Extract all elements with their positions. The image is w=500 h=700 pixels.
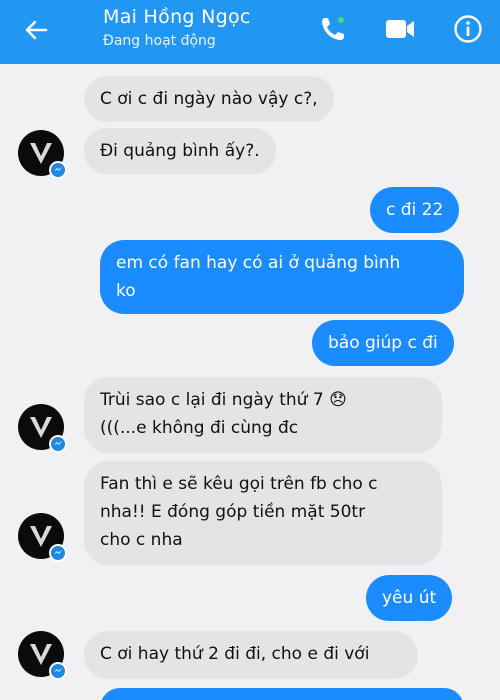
avatar[interactable] (18, 631, 67, 680)
call-button[interactable] (316, 12, 350, 46)
message-bubble[interactable]: C ơi c đi ngày nào vậy c?, (84, 76, 334, 122)
contact-status: Đang hoạt động (103, 33, 216, 49)
message-bubble[interactable]: Fan thì e sẽ kêu gọi trên fb cho c nha!!… (84, 461, 442, 565)
video-call-button[interactable] (383, 12, 417, 46)
avatar[interactable] (18, 130, 67, 179)
message-bubble[interactable]: c đi 22 (370, 187, 460, 233)
message-bubble[interactable] (100, 688, 464, 700)
messenger-badge-icon (49, 662, 67, 680)
info-icon (454, 15, 482, 43)
message-bubble[interactable]: Trùi sao c lại đi ngày thứ 7 😞 (((...e k… (84, 377, 442, 453)
message-list[interactable]: C ơi c đi ngày nào vậy c?, Đi quảng bình… (0, 64, 500, 700)
message-bubble[interactable]: yêu út (366, 575, 453, 621)
phone-call-icon (322, 15, 346, 40)
messenger-badge-icon (49, 161, 67, 179)
back-arrow-icon (25, 20, 48, 40)
info-button[interactable] (451, 12, 485, 46)
messenger-badge-icon (49, 435, 67, 453)
video-camera-icon (386, 20, 414, 38)
messenger-badge-icon (49, 544, 67, 562)
avatar[interactable] (18, 404, 67, 453)
avatar[interactable] (18, 513, 67, 562)
message-bubble[interactable]: Đi quảng bình ấy?. (84, 128, 276, 174)
contact-name[interactable]: Mai Hồng Ngọc (103, 6, 251, 28)
chat-header: Mai Hồng Ngọc Đang hoạt động (0, 0, 500, 64)
message-bubble[interactable]: em có fan hay có ai ở quảng bình ko (100, 240, 464, 314)
back-button[interactable] (20, 14, 52, 46)
message-bubble[interactable]: C ơi hay thứ 2 đi đi, cho e đi với (84, 631, 418, 679)
message-bubble[interactable]: bảo giúp c đi (312, 320, 454, 366)
